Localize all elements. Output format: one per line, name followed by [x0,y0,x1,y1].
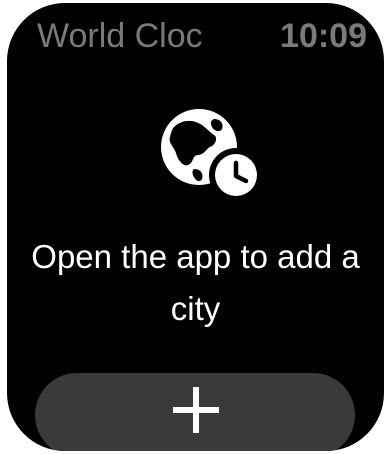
empty-state-message: Open the app to add a city [31,238,360,327]
globe-clock-icon [161,109,263,202]
app-title: World Cloc [37,13,237,59]
status-bar: World Cloc 10:09 [7,13,384,59]
status-time: 10:09 [280,17,367,55]
watch-screen: World Cloc 10:09 Open the app to add a c… [7,3,384,451]
add-city-button[interactable] [35,373,355,451]
plus-icon [173,387,219,433]
page: World Cloc 10:09 Open the app to add a c… [0,0,391,454]
